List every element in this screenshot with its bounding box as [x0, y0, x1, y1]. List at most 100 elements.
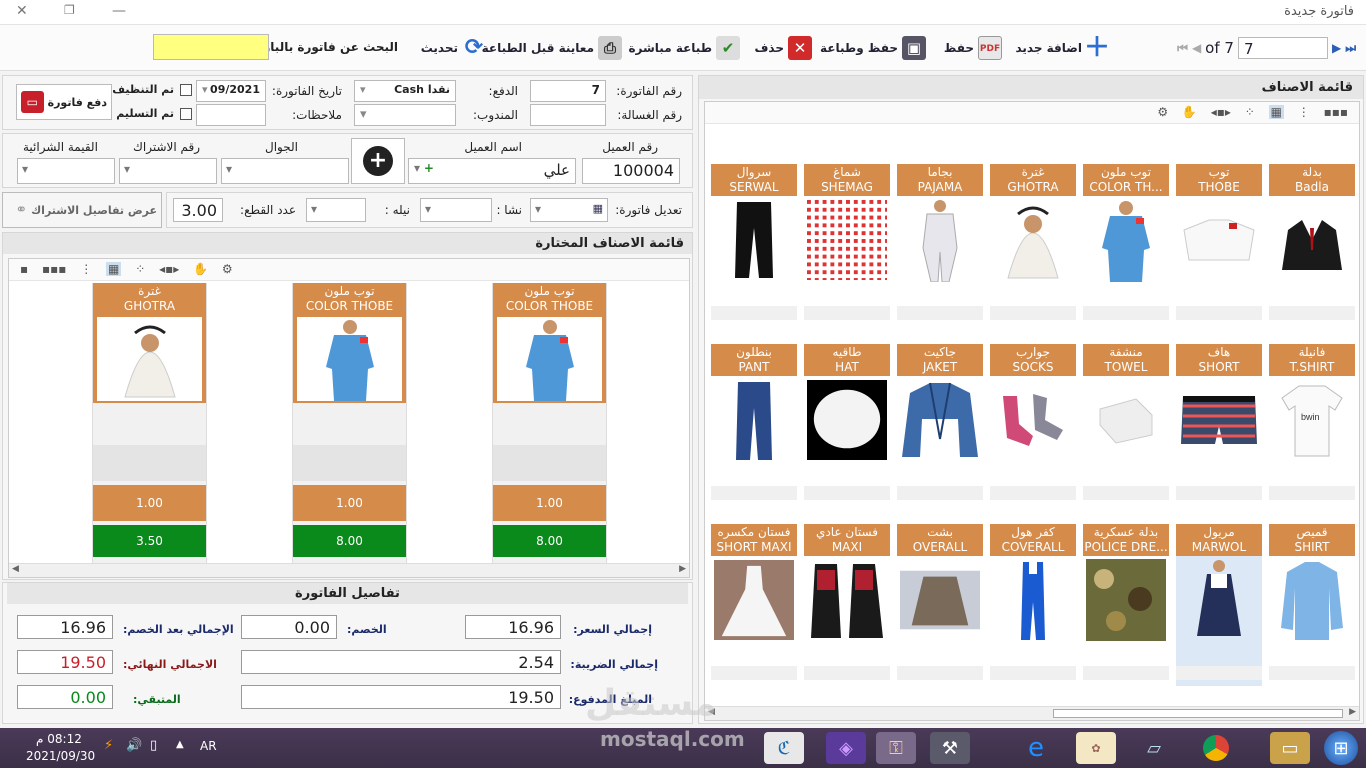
catalog-item[interactable]: كفر هول COVERALL — [990, 524, 1076, 686]
column-view-icon[interactable]: ⋮ — [80, 262, 92, 276]
notepad-icon[interactable]: ▱ — [1134, 732, 1174, 764]
invoice-no-field[interactable]: 7 — [530, 80, 606, 102]
discount-field[interactable]: 0.00 — [241, 615, 337, 639]
selected-item[interactable]: غترة GHOTRA 1.00 3.50 — [92, 283, 207, 565]
volume-icon[interactable]: 🔊 — [126, 738, 142, 753]
final-total-field[interactable]: 19.50 — [17, 650, 113, 674]
pieces-field[interactable]: 3.00 — [173, 198, 223, 222]
selected-item[interactable]: توب ملون COLOR THOBE 1.00 8.00 — [292, 283, 407, 565]
purchase-value-select[interactable]: ▾ — [17, 158, 115, 184]
price-total-field[interactable]: 16.96 — [465, 615, 561, 639]
single-view-icon[interactable]: ▪ — [20, 262, 28, 276]
scroll-thumb[interactable] — [1053, 709, 1343, 718]
payment-select[interactable]: Cash نقدا ▾ — [354, 80, 456, 102]
carousel-view-icon[interactable]: ◂▪▸ — [159, 262, 179, 276]
pan-hand-icon[interactable]: ✋ — [193, 262, 208, 276]
column-view-icon[interactable]: ⋮ — [1298, 105, 1310, 119]
catalog-item[interactable]: غترة GHOTRA — [990, 164, 1076, 326]
tax-field[interactable]: 2.54 — [241, 650, 561, 674]
language-indicator[interactable]: AR — [200, 739, 217, 753]
selected-item-price[interactable]: 8.00 — [293, 525, 406, 557]
catalog-item[interactable]: منشفة TOWEL — [1083, 344, 1169, 506]
washer-field[interactable] — [530, 104, 606, 126]
remaining-field[interactable]: 0.00 — [17, 685, 113, 709]
rep-select[interactable]: ▾ — [354, 104, 456, 126]
grid-view-icon[interactable]: ⁘ — [135, 262, 145, 276]
selected-item-qty[interactable]: 1.00 — [93, 485, 206, 521]
date-picker[interactable]: ▾ 09/2021 — [196, 80, 266, 102]
catalog-item[interactable]: جوارب SOCKS — [990, 344, 1076, 506]
mobile-select[interactable]: ▾ — [221, 158, 349, 184]
visual-studio-icon[interactable]: ◈ — [826, 732, 866, 764]
add-new-button[interactable]: ＋ اضافة جديد — [1015, 35, 1110, 61]
start-button[interactable]: ⊞ — [1324, 731, 1358, 765]
catalog-item[interactable]: هاف SHORT — [1176, 344, 1262, 506]
print-preview-button[interactable]: ⎙ معاينة قبل الطباعة — [482, 35, 622, 61]
pay-invoice-button[interactable]: دفع فاتورة ▭ — [16, 84, 112, 120]
catalog-item[interactable]: مريول MARWOL — [1176, 524, 1262, 686]
key-app-icon[interactable]: ⚿ — [876, 732, 916, 764]
catalog-item[interactable]: فانيلة T.SHIRT bwin — [1269, 344, 1355, 506]
refresh-button[interactable]: ⟳ تحديث — [421, 35, 486, 61]
row-view-icon[interactable]: ▪▪▪ — [1324, 105, 1348, 119]
subscription-no-select[interactable]: ▾ — [119, 158, 217, 184]
horizontal-scrollbar[interactable]: ◀ ▶ — [9, 563, 689, 577]
save-button[interactable]: PDF حفظ — [944, 35, 1002, 61]
record-number-input[interactable]: 7 — [1237, 37, 1328, 59]
direct-print-button[interactable]: ✔ طباعة مباشرة — [628, 35, 740, 61]
row-view-icon[interactable]: ▪▪▪ — [42, 262, 66, 276]
tile-view-icon[interactable]: ▦ — [106, 262, 122, 276]
catalog-item[interactable]: توب ملون COLOR TH... — [1083, 164, 1169, 326]
restore-icon[interactable]: ❐ — [64, 3, 75, 17]
delivered-checkbox[interactable] — [180, 108, 192, 120]
tile-view-icon[interactable]: ▦ — [1268, 105, 1284, 119]
catalog-item[interactable]: بدلة Badla — [1269, 164, 1355, 326]
settings-icon[interactable]: ⚙ — [1157, 105, 1168, 119]
catalog-item[interactable]: بجاما PAJAMA — [897, 164, 983, 326]
catalog-item[interactable]: سروال SERWAL — [711, 164, 797, 326]
internet-explorer-icon[interactable]: e — [1016, 732, 1056, 764]
catalog-item[interactable]: طاقيه HAT — [804, 344, 890, 506]
catalog-item[interactable]: بنطلون PANT — [711, 344, 797, 506]
selected-item-qty[interactable]: 1.00 — [493, 485, 606, 521]
battery-icon[interactable]: ▯ — [150, 738, 157, 753]
cleaned-checkbox[interactable] — [180, 84, 192, 96]
barcode-search-input[interactable] — [153, 34, 269, 60]
customer-no-field[interactable]: 100004 — [582, 158, 680, 184]
catalog-item[interactable]: توب THOBE — [1176, 164, 1262, 326]
selected-item-qty[interactable]: 1.00 — [293, 485, 406, 521]
network-icon[interactable]: ⚡ — [104, 738, 113, 753]
catalog-item[interactable]: شماغ SHEMAG — [804, 164, 890, 326]
clock-date[interactable]: 2021/09/30 — [26, 749, 95, 763]
close-icon[interactable]: ✕ — [16, 3, 28, 19]
starch-select[interactable]: ▾ — [420, 198, 492, 222]
catalog-item[interactable]: فستان عادي MAXI — [804, 524, 890, 686]
carousel-view-icon[interactable]: ◂▪▸ — [1211, 105, 1231, 119]
pan-hand-icon[interactable]: ✋ — [1182, 105, 1197, 119]
catalog-horizontal-scrollbar[interactable]: ◀ ▶ — [705, 706, 1359, 720]
chrome-icon[interactable] — [1196, 732, 1236, 764]
last-record-icon[interactable]: ⏭ — [1345, 41, 1356, 56]
next-record-icon[interactable]: ▶ — [1332, 41, 1341, 55]
save-print-button[interactable]: ▣ حفظ وطباعة — [820, 35, 926, 61]
grid-view-icon[interactable]: ⁘ — [1245, 105, 1255, 119]
catalog-item[interactable]: جاكيت JAKET — [897, 344, 983, 506]
catalog-item[interactable]: فستان مكسره SHORT MAXI — [711, 524, 797, 686]
first-record-icon[interactable]: ⏮ — [1177, 41, 1188, 56]
customer-name-select[interactable]: ▾ + علي — [408, 158, 576, 184]
after-discount-field[interactable]: 16.96 — [17, 615, 113, 639]
settings-icon[interactable]: ⚙ — [222, 262, 233, 276]
paid-field[interactable]: 19.50 — [241, 685, 561, 709]
add-customer-button[interactable]: + — [351, 138, 405, 184]
delete-button[interactable]: ✕ حذف — [754, 35, 812, 61]
minimize-icon[interactable]: — — [112, 3, 126, 19]
selected-item-price[interactable]: 3.50 — [93, 525, 206, 557]
subscription-details-button[interactable]: عرض تفاصيل الاشتراك ⚭ — [2, 192, 162, 228]
prev-record-icon[interactable]: ◀ — [1192, 41, 1201, 55]
explorer-icon[interactable]: ▭ — [1270, 732, 1310, 764]
tray-expand-icon[interactable]: ▲ — [176, 739, 184, 750]
tools-icon[interactable]: ⚒ — [930, 732, 970, 764]
laundry-app-icon[interactable]: ✿ — [1076, 732, 1116, 764]
clock-time[interactable]: 08:12 م — [36, 732, 82, 746]
edit-invoice-select[interactable]: ▾ ▦ — [530, 198, 608, 222]
